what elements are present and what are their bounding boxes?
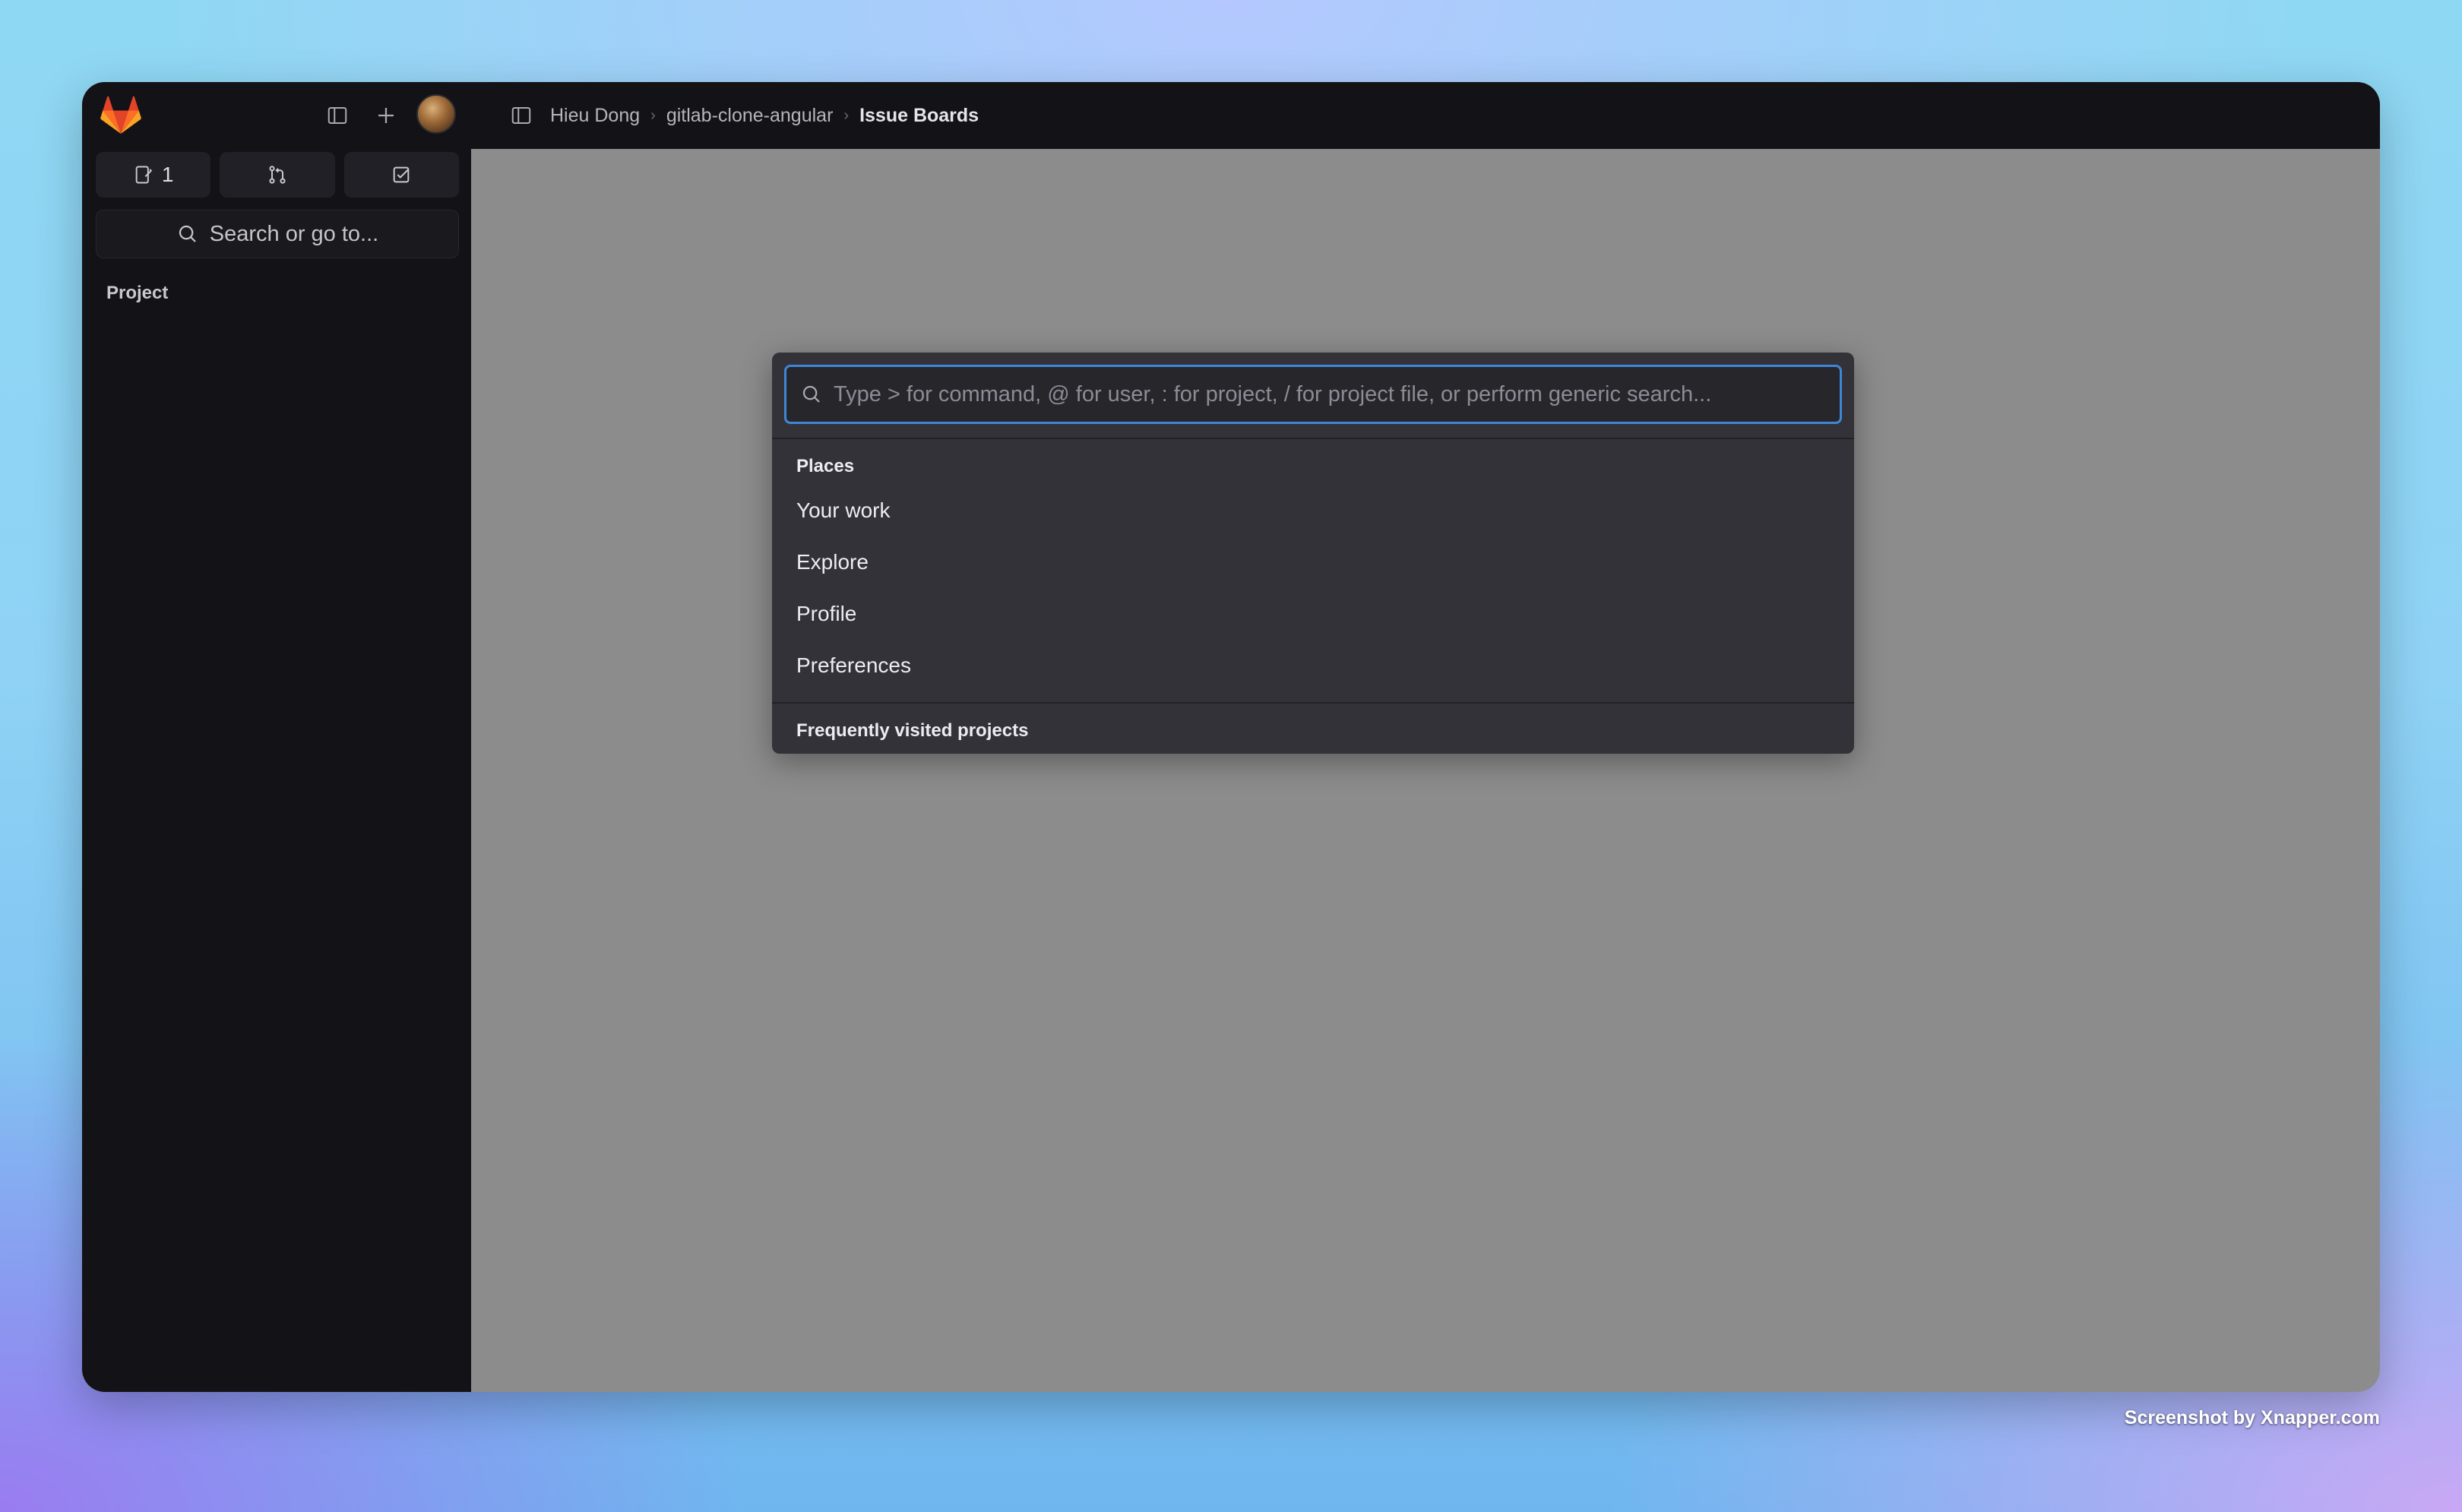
command-palette-search-box bbox=[784, 365, 1842, 424]
chevron-right-icon: › bbox=[843, 106, 850, 124]
user-avatar[interactable] bbox=[416, 94, 456, 134]
group-title-frequent-projects: Frequently visited projects bbox=[796, 720, 1029, 741]
collapse-sidebar-icon[interactable] bbox=[321, 99, 354, 132]
place-item-preferences[interactable]: Preferences bbox=[784, 641, 1842, 690]
command-palette-input[interactable] bbox=[823, 367, 1840, 422]
todos-counter-button[interactable] bbox=[343, 152, 459, 198]
sidebar-header bbox=[82, 82, 471, 149]
sidebar-counters: 1 bbox=[96, 152, 459, 198]
search-icon bbox=[176, 223, 199, 245]
top-bar: Hieu Dong › gitlab-clone-angular › Issue… bbox=[471, 82, 2380, 149]
merge-requests-counter-button[interactable] bbox=[220, 152, 335, 198]
palette-divider bbox=[772, 438, 1854, 439]
merge-request-icon bbox=[267, 164, 288, 185]
breadcrumb: Hieu Dong › gitlab-clone-angular › Issue… bbox=[550, 105, 979, 127]
command-palette: Places Your work Explore Profile Prefere… bbox=[772, 353, 1854, 754]
place-item-profile[interactable]: Profile bbox=[784, 590, 1842, 638]
palette-divider bbox=[772, 702, 1854, 704]
search-icon bbox=[800, 383, 823, 406]
app-window: 1 Search or go to... Project Hieu Dong ›… bbox=[82, 82, 2380, 1392]
sidebar-section-project: Project bbox=[106, 283, 169, 303]
sidebar: 1 Search or go to... Project bbox=[82, 82, 471, 1392]
toggle-sidebar-icon[interactable] bbox=[505, 99, 538, 132]
watermark-text: Screenshot by Xnapper.com bbox=[2124, 1407, 2380, 1428]
place-item-your-work[interactable]: Your work bbox=[784, 486, 1842, 535]
issues-icon bbox=[133, 164, 154, 185]
chevron-right-icon: › bbox=[650, 106, 656, 124]
breadcrumb-user[interactable]: Hieu Dong bbox=[550, 105, 640, 127]
issues-count: 1 bbox=[161, 163, 174, 186]
todo-icon bbox=[391, 164, 412, 185]
place-item-explore[interactable]: Explore bbox=[784, 538, 1842, 587]
gitlab-logo-icon[interactable] bbox=[100, 96, 141, 135]
breadcrumb-project[interactable]: gitlab-clone-angular bbox=[666, 105, 834, 127]
issues-counter-button[interactable]: 1 bbox=[96, 152, 211, 198]
create-new-plus-icon[interactable] bbox=[369, 99, 403, 132]
search-or-go-to-button[interactable]: Search or go to... bbox=[96, 210, 459, 258]
search-label: Search or go to... bbox=[209, 221, 379, 246]
group-title-places: Places bbox=[796, 456, 855, 476]
breadcrumb-current-page[interactable]: Issue Boards bbox=[859, 105, 979, 127]
